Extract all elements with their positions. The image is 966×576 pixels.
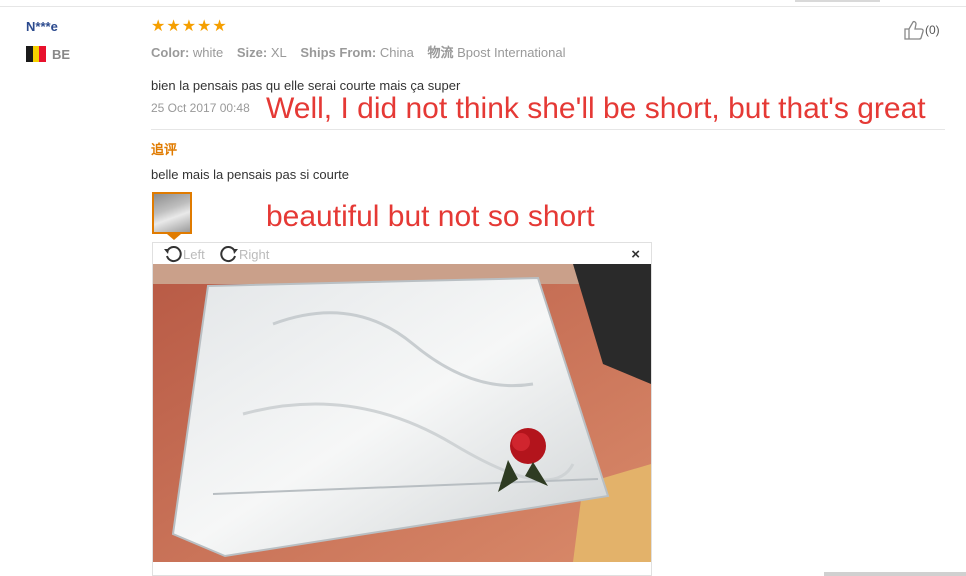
country-code: BE <box>52 46 71 62</box>
star-icon: ★ <box>181 18 197 35</box>
photo-viewer: Left Right × <box>152 242 652 576</box>
ships-from-label: Ships From: <box>300 45 377 60</box>
order-attributes: Color: white Size: XL Ships From: China … <box>151 42 566 61</box>
rotate-left-label: Left <box>183 246 205 262</box>
thumbs-up-icon <box>904 20 924 40</box>
followup-translation-annotation: beautiful but not so short <box>266 200 595 233</box>
star-icon: ★ <box>151 18 166 35</box>
star-icon: ★ <box>197 18 212 35</box>
followup-label: 追评 <box>151 142 178 157</box>
star-icon: ★ <box>166 18 181 35</box>
photo-thumbnail[interactable] <box>152 192 192 234</box>
viewer-toolbar: Left Right × <box>153 243 651 265</box>
reviewer-country: BE <box>26 46 70 62</box>
reviewer-name[interactable]: N***e <box>26 19 58 34</box>
color-value: white <box>192 45 224 60</box>
close-viewer-button[interactable]: × <box>631 246 640 263</box>
color-label: Color: <box>151 45 190 60</box>
top-divider <box>0 6 966 7</box>
followup-text: belle mais la pensais pas si courte <box>151 167 349 182</box>
rotate-right-button[interactable]: Right <box>219 244 269 264</box>
ships-from-value: China <box>379 45 414 60</box>
star-icon: ★ <box>212 18 227 35</box>
logistics-label: 物流 <box>427 45 454 60</box>
review-divider <box>151 129 945 130</box>
thumbnail-pointer <box>167 234 181 240</box>
helpful-button[interactable]: (0) <box>903 20 940 40</box>
bottom-scroll-indicator <box>824 572 966 576</box>
review-text: bien la pensais pas qu elle serai courte… <box>151 78 461 93</box>
belgium-flag-icon <box>26 46 47 62</box>
review-date: 25 Oct 2017 00:48 <box>151 101 250 115</box>
top-scroll-indicator <box>795 0 880 2</box>
review-photo-image <box>153 264 651 562</box>
review-translation-annotation: Well, I did not think she'll be short, b… <box>266 92 926 125</box>
size-value: XL <box>270 45 287 60</box>
rotate-right-icon <box>220 246 238 263</box>
rotate-left-icon <box>164 246 182 263</box>
logistics-value: Bpost International <box>457 45 566 60</box>
rotate-left-button[interactable]: Left <box>163 244 205 264</box>
rotate-right-label: Right <box>239 246 270 262</box>
star-rating: ★ ★ ★ ★ ★ <box>151 18 227 36</box>
review-photo <box>153 264 651 562</box>
size-label: Size: <box>236 45 268 60</box>
helpful-count: (0) <box>925 23 940 37</box>
